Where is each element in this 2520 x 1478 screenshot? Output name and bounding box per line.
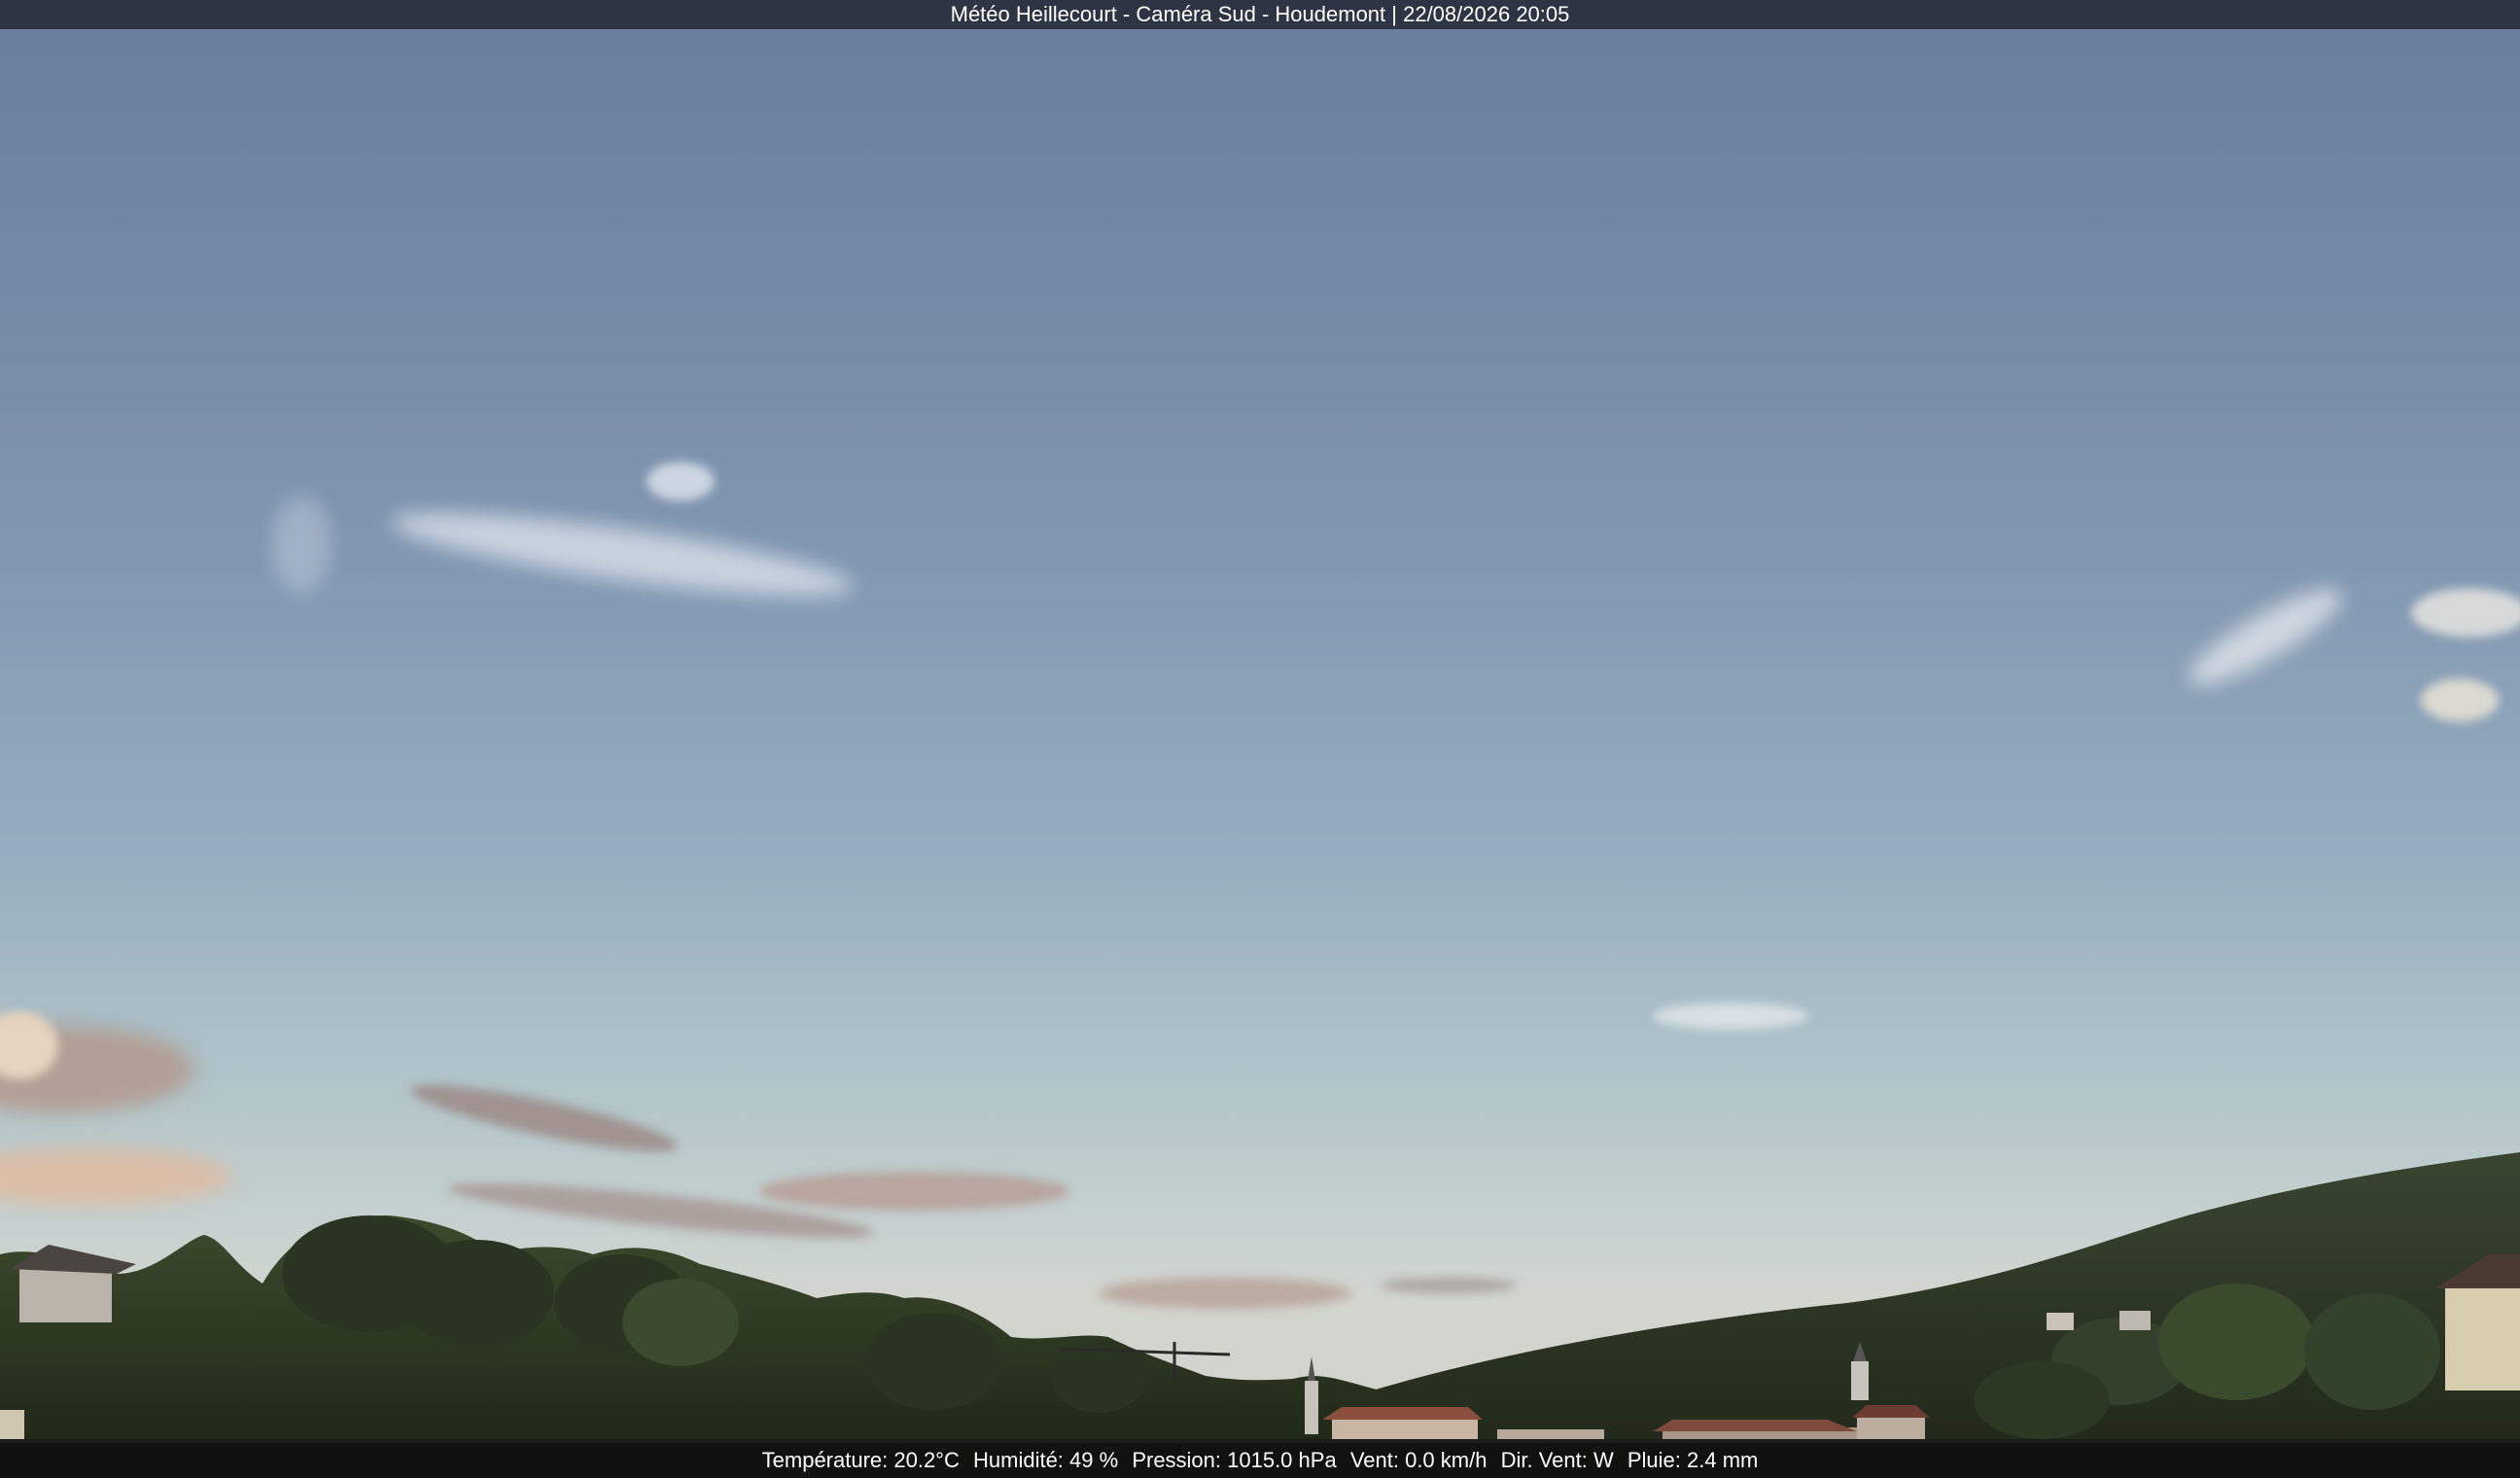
webcam-frame: Météo Heillecourt - Caméra Sud - Houdemo… — [0, 0, 2520, 1478]
pressure-reading: Pression: 1015.0 hPa — [1132, 1448, 1337, 1472]
temperature-reading: Température: 20.2°C — [761, 1448, 960, 1472]
humidity-reading: Humidité: 49 % — [973, 1448, 1119, 1472]
weather-info-bar: Température: 20.2°C Humidité: 49 % Press… — [0, 1443, 2520, 1478]
wind-direction-reading: Dir. Vent: W — [1500, 1448, 1614, 1472]
camera-title: Météo Heillecourt - Caméra Sud - Houdemo… — [950, 2, 1570, 26]
camera-title-bar: Météo Heillecourt - Caméra Sud - Houdemo… — [0, 0, 2520, 29]
rain-reading: Pluie: 2.4 mm — [1627, 1448, 1759, 1472]
cloud-upper-left — [272, 462, 854, 596]
cloud-right — [1653, 588, 2520, 1030]
wind-speed-reading: Vent: 0.0 km/h — [1349, 1448, 1488, 1472]
landscape-scene — [0, 462, 2520, 1478]
